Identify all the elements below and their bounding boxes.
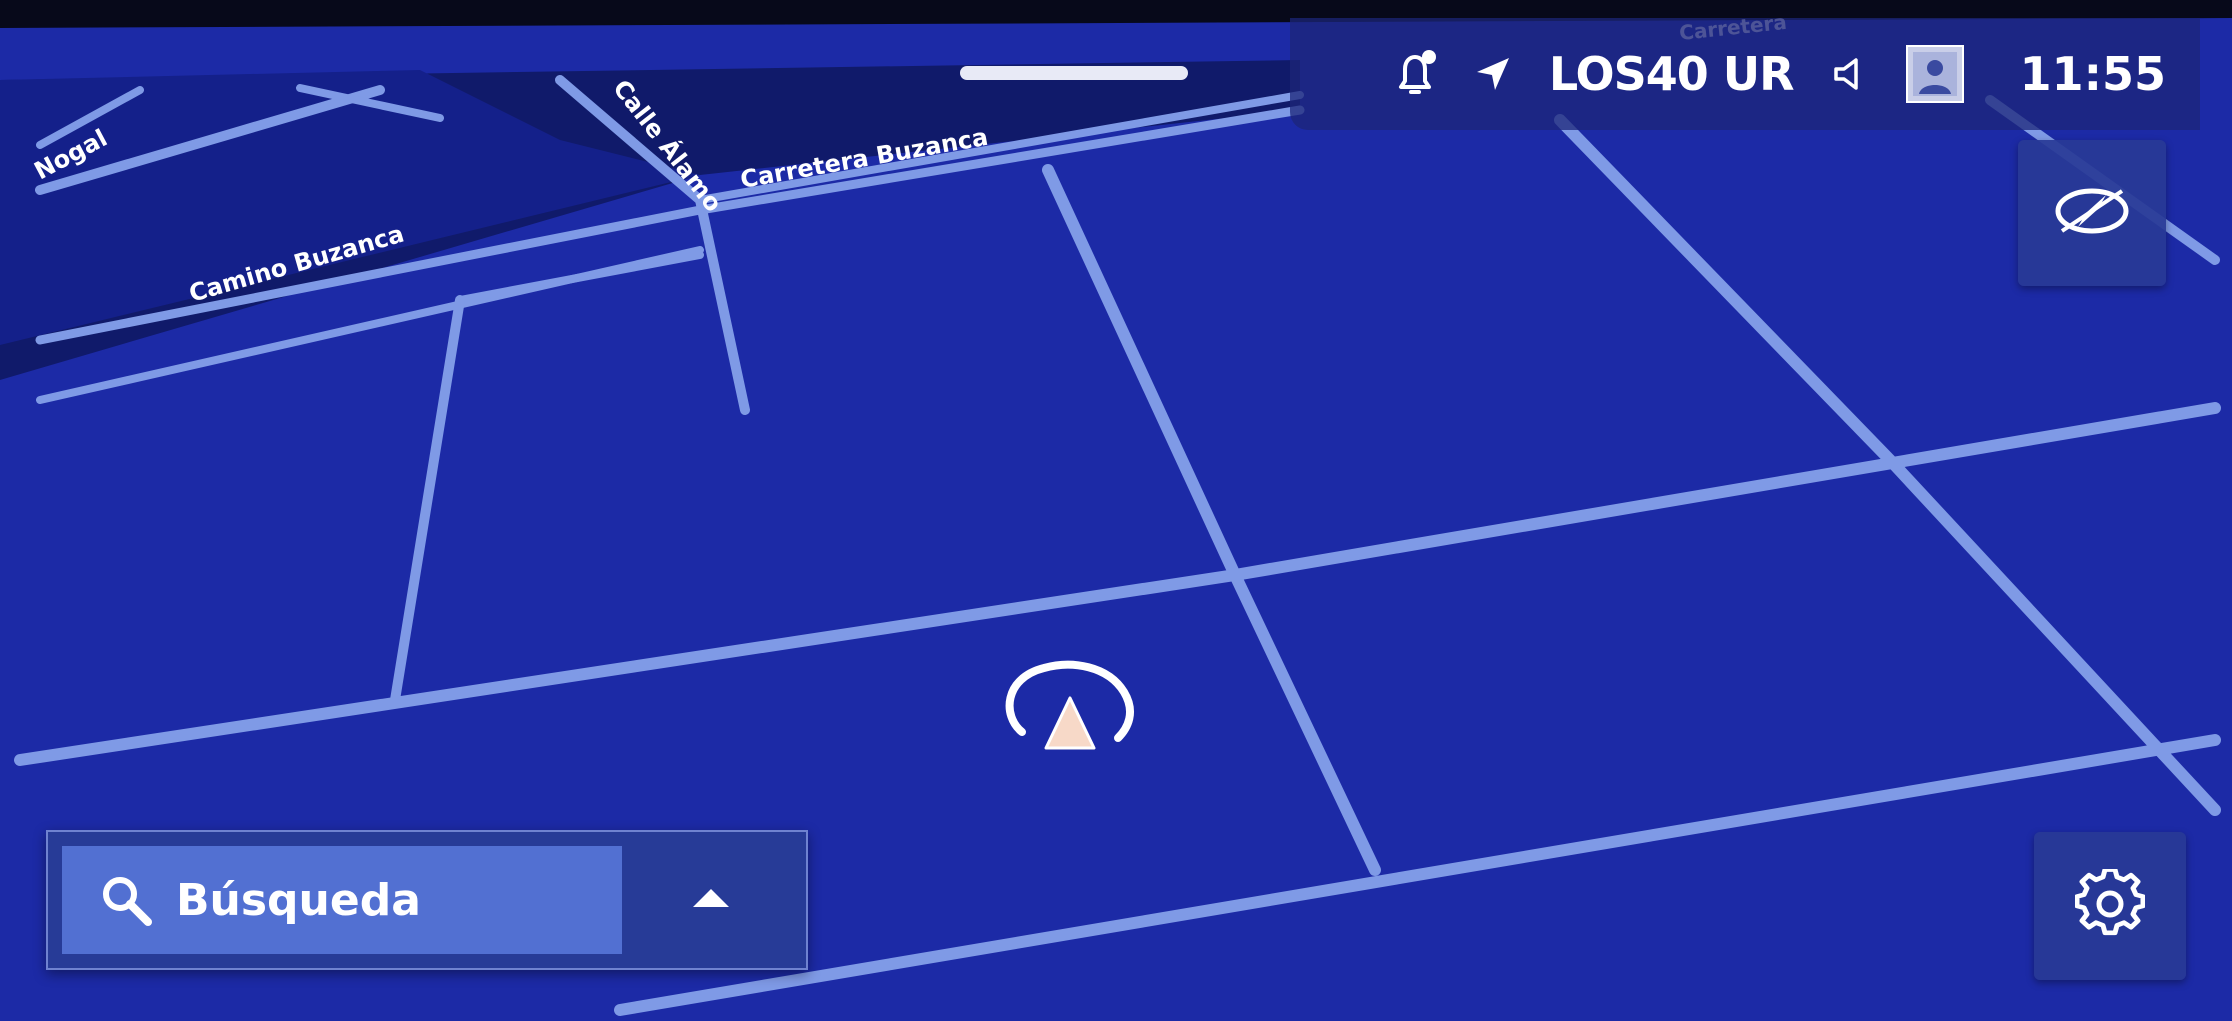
navigation-screen: Nogal Calle Álamo Carretera Buzanca Cami… — [0, 0, 2232, 1021]
gear-icon — [2074, 867, 2146, 943]
radio-station-label[interactable]: LOS40 UR — [1549, 47, 1795, 101]
notification-bell-icon[interactable] — [1393, 50, 1437, 96]
expand-panel-button[interactable] — [628, 846, 794, 954]
search-icon — [98, 872, 154, 928]
compass-eye-icon — [2054, 183, 2130, 243]
triangle-up-icon — [691, 887, 731, 913]
search-field[interactable]: Búsqueda — [62, 846, 622, 954]
settings-button[interactable] — [2034, 832, 2186, 980]
drag-handle[interactable] — [960, 66, 1188, 80]
compass-view-button[interactable] — [2018, 140, 2166, 286]
location-arrow-icon — [1471, 52, 1515, 96]
search-panel: Búsqueda — [46, 830, 808, 970]
clock-time: 11:55 — [2019, 47, 2166, 101]
search-label: Búsqueda — [176, 874, 421, 926]
volume-speaker-icon[interactable] — [1828, 52, 1872, 96]
status-bar: LOS40 UR 11:55 — [1290, 18, 2200, 130]
user-profile-icon[interactable] — [1905, 45, 1964, 103]
vehicle-position-arrow — [1005, 660, 1135, 750]
